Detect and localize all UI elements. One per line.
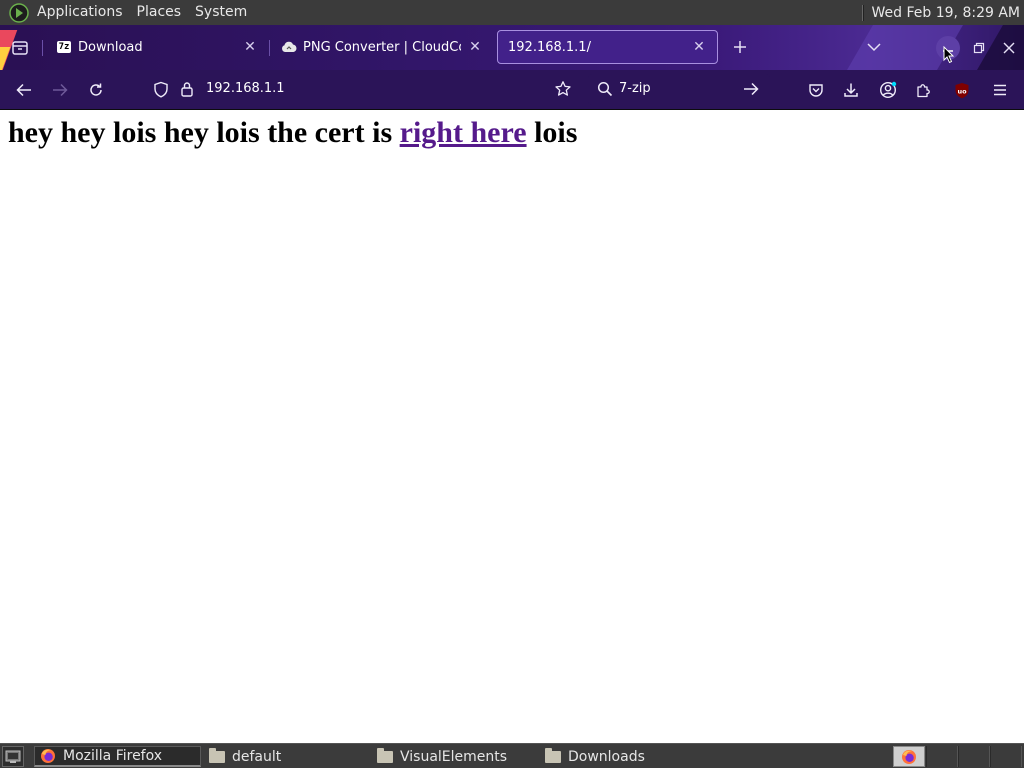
applications-menu[interactable]: Applications: [30, 0, 130, 25]
places-menu[interactable]: Places: [130, 0, 189, 25]
search-bar[interactable]: 7-zip: [588, 74, 770, 105]
taskbar-item-default[interactable]: default: [204, 746, 370, 767]
folder-icon: [544, 747, 562, 765]
back-button[interactable]: [13, 79, 35, 101]
desktop-icon: [5, 750, 21, 763]
ublock-shield-icon: uo: [955, 82, 969, 98]
workspace-2[interactable]: [926, 746, 958, 767]
mouse-cursor-icon: [943, 46, 955, 64]
tab-router[interactable]: 192.168.1.1/ ✕: [497, 30, 718, 64]
taskbar-item-downloads[interactable]: Downloads: [540, 746, 706, 767]
firefox-icon: [902, 749, 916, 764]
arrow-right-icon: [744, 82, 759, 96]
reload-icon: [90, 83, 102, 96]
close-window-button[interactable]: [998, 37, 1020, 59]
url-bar[interactable]: 192.168.1.1: [144, 74, 582, 105]
new-tab-button[interactable]: [730, 37, 750, 57]
taskbar-item-label: VisualElements: [400, 748, 508, 765]
heading-text-end: lois: [526, 116, 578, 149]
url-text[interactable]: 192.168.1.1: [206, 81, 285, 96]
search-input[interactable]: 7-zip: [619, 81, 651, 96]
arrow-left-icon: [16, 83, 31, 97]
folder-icon: [208, 747, 226, 765]
tab-title: PNG Converter | CloudConvert: [303, 39, 461, 55]
tab-title: 192.168.1.1/: [508, 39, 591, 55]
puzzle-piece-icon: [917, 84, 930, 98]
bookmark-star-icon[interactable]: [552, 78, 574, 100]
taskbar-item-label: Mozilla Firefox: [63, 748, 163, 764]
page-heading: hey hey lois hey lois the cert is right …: [8, 116, 577, 150]
chevron-down-icon: [867, 43, 881, 52]
extensions-button[interactable]: [913, 79, 935, 101]
show-desktop-button[interactable]: [2, 746, 24, 767]
clock[interactable]: Wed Feb 19, 8:29 AM: [872, 5, 1024, 21]
7zip-favicon-icon: 7z: [57, 41, 71, 53]
restore-button[interactable]: [968, 37, 990, 59]
workspace-3[interactable]: [958, 746, 990, 767]
navigation-toolbar: 192.168.1.1 7-zip uo: [0, 70, 1024, 109]
account-icon: [879, 81, 897, 99]
top-panel: Applications Places System Wed Feb 19, 8…: [0, 0, 1024, 25]
close-icon: [1003, 42, 1015, 54]
search-icon: [594, 78, 616, 100]
pocket-icon: [809, 84, 823, 97]
taskbar-item-label: Downloads: [568, 748, 645, 765]
close-tab-icon[interactable]: ✕: [467, 39, 483, 55]
page-content: hey hey lois hey lois the cert is right …: [0, 110, 1024, 743]
taskbar-item-firefox[interactable]: Mozilla Firefox: [34, 746, 201, 767]
bottom-taskbar: Mozilla Firefox default VisualElements D…: [0, 743, 1024, 768]
downloads-button[interactable]: [840, 79, 862, 101]
taskbar-item-label: default: [232, 748, 282, 765]
workspace-1[interactable]: [893, 746, 925, 767]
hamburger-menu-icon: [994, 84, 1006, 96]
tab-strip: 7z Download ✕ PNG Converter | CloudConve…: [0, 25, 1024, 70]
os-logo-icon[interactable]: [8, 2, 30, 24]
cloud-icon: [281, 39, 297, 55]
heading-text-start: hey hey lois hey lois the cert is: [8, 116, 400, 149]
tab-cloudconvert[interactable]: PNG Converter | CloudConvert ✕: [271, 30, 493, 64]
workspace-4[interactable]: [990, 746, 1022, 767]
plus-icon: [734, 41, 746, 53]
folder-icon: [376, 747, 394, 765]
close-tab-icon[interactable]: ✕: [691, 39, 707, 55]
download-icon: [844, 83, 858, 97]
lock-icon[interactable]: [176, 78, 198, 100]
firefox-view-button[interactable]: [10, 38, 30, 58]
tracking-protection-shield-icon[interactable]: [150, 78, 172, 100]
arrow-right-icon: [53, 83, 68, 97]
taskbar-item-visualelements[interactable]: VisualElements: [372, 746, 538, 767]
cert-download-link[interactable]: right here: [400, 116, 527, 149]
panel-separator: [861, 4, 864, 21]
account-button[interactable]: [877, 79, 899, 101]
application-menu-button[interactable]: [989, 79, 1011, 101]
ublock-origin-button[interactable]: uo: [951, 79, 973, 101]
system-menu[interactable]: System: [188, 0, 254, 25]
pocket-button[interactable]: [805, 79, 827, 101]
tab-download[interactable]: 7z Download ✕: [46, 30, 268, 64]
search-go-button[interactable]: [740, 78, 762, 100]
firefox-view-icon: [12, 41, 28, 55]
svg-text:uo: uo: [957, 87, 967, 95]
restore-icon: [973, 42, 985, 54]
list-all-tabs-button[interactable]: [864, 37, 884, 57]
tab-title: Download: [78, 39, 143, 55]
forward-button[interactable]: [49, 79, 71, 101]
close-tab-icon[interactable]: ✕: [242, 39, 258, 55]
reload-button[interactable]: [85, 79, 107, 101]
firefox-icon: [39, 748, 57, 764]
